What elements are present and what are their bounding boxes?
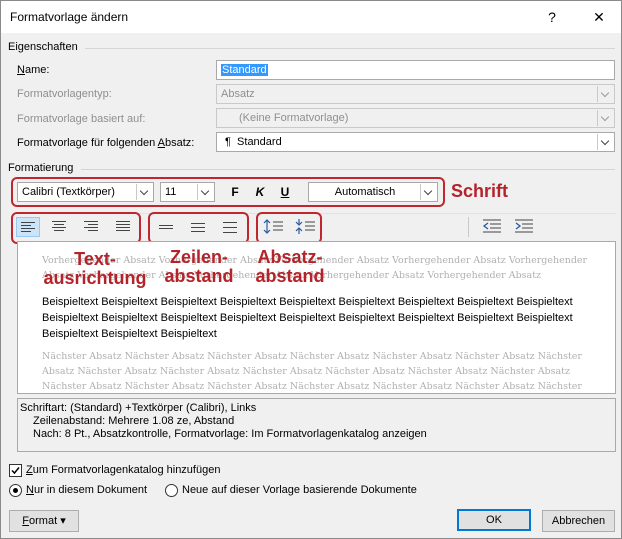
modify-style-dialog: Formatvorlage ändern ? ✕ Eigenschaften N… [0, 0, 622, 539]
line-spacing-annotation-line2: abstand [164, 266, 234, 286]
line-spacing-annotation-label: Zeilen- abstand [155, 248, 243, 286]
based-on-label: Formatvorlage basiert auf: [17, 113, 146, 125]
only-this-document-radio[interactable] [9, 484, 22, 497]
alignment-annotation-label: Text- ausrichtung [37, 250, 153, 288]
title-bar: Formatvorlage ändern ? ✕ [1, 1, 621, 33]
alignment-annotation-box [11, 212, 141, 244]
only-this-document-label: Nur in diesem Dokument [26, 484, 148, 496]
type-value: Absatz [221, 88, 255, 100]
formatting-heading: Formatierung [8, 162, 74, 174]
based-on-value: (Keine Formatvorlage) [239, 112, 349, 124]
line-spacing-annotation-box [148, 212, 249, 244]
name-input[interactable]: Standard [216, 60, 615, 80]
ok-button[interactable]: OK [457, 509, 531, 531]
properties-separator [85, 48, 615, 49]
properties-heading: Eigenschaften [8, 41, 78, 53]
font-annotation-box [11, 177, 445, 207]
help-icon[interactable]: ? [541, 6, 563, 28]
decrease-indent-icon [482, 219, 501, 233]
increase-indent-icon [515, 219, 533, 233]
font-annotation-label: Schrift [451, 181, 509, 201]
cancel-button[interactable]: Abbrechen [542, 510, 615, 532]
alignment-annotation-line1: Text- [74, 249, 116, 269]
preview-next-line: Nächster Absatz Nächster Absatz Nächster… [42, 381, 582, 392]
following-style-select[interactable]: ¶ Standard [216, 132, 615, 152]
radio-dot-icon [13, 488, 18, 493]
description-line: Schriftart: (Standard) +Textkörper (Cali… [20, 402, 257, 414]
based-on-select[interactable]: (Keine Formatvorlage) [216, 108, 615, 128]
description-line: Zeilenabstand: Mehrere 1.08 ze, Abstand [33, 415, 235, 427]
paragraph-spacing-annotation-label: Absatz- abstand [248, 248, 332, 286]
new-documents-label: Neue auf dieser Vorlage basierende Dokum… [182, 484, 417, 496]
chevron-down-icon [597, 134, 613, 150]
toolbar-divider [468, 217, 469, 237]
dialog-title: Formatvorlage ändern [10, 10, 129, 24]
increase-indent-button[interactable] [512, 217, 536, 237]
new-documents-radio[interactable] [165, 484, 178, 497]
following-style-value: Standard [237, 136, 282, 148]
alignment-annotation-line2: ausrichtung [43, 268, 147, 288]
name-value: Standard [221, 64, 268, 76]
name-label: Name: [17, 64, 50, 76]
line-spacing-annotation-line1: Zeilen- [169, 247, 228, 267]
preview-sample-text: Beispieltext Beispieltext Beispieltext B… [42, 296, 573, 340]
checkmark-icon [11, 467, 20, 475]
chevron-down-icon [597, 86, 613, 102]
paragraph-spacing-annotation-line1: Absatz- [257, 247, 323, 267]
chevron-down-icon [597, 110, 613, 126]
style-description: Schriftart: (Standard) +Textkörper (Cali… [17, 398, 616, 452]
decrease-indent-button[interactable] [480, 217, 504, 237]
close-icon[interactable]: ✕ [588, 6, 610, 28]
add-to-gallery-label: Zum Formatvorlagenkatalog hinzufügen [26, 464, 221, 476]
add-to-gallery-checkbox[interactable] [9, 464, 22, 477]
pilcrow-icon: ¶ [225, 136, 231, 148]
format-menu-button[interactable]: Format ▾ [9, 510, 79, 532]
paragraph-spacing-annotation-line2: abstand [255, 266, 325, 286]
type-select[interactable]: Absatz [216, 84, 615, 104]
paragraph-spacing-annotation-box [256, 212, 322, 244]
following-style-label: Formatvorlage für folgenden Absatz: [17, 137, 195, 149]
preview-next-line: Nächster Absatz Nächster Absatz Nächster… [42, 351, 582, 362]
preview-next-line: Absatz Nächster Absatz Nächster Absatz N… [42, 366, 570, 377]
formatting-separator [81, 169, 615, 170]
description-line: Nach: 8 Pt., Absatzkontrolle, Formatvorl… [33, 428, 427, 440]
type-label: Formatvorlagentyp: [17, 88, 112, 100]
